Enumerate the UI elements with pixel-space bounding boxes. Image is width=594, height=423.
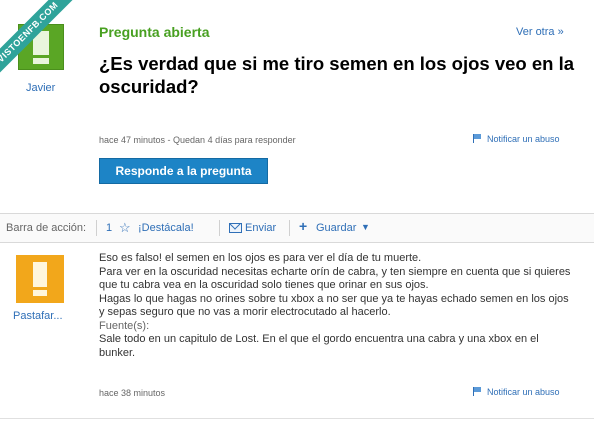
feature-count: 1 <box>106 222 113 234</box>
answer-body: Eso es falso! el semen en los ojos es pa… <box>99 252 577 360</box>
report-abuse-link[interactable]: Notificar un abuso <box>473 134 560 144</box>
divider <box>96 220 97 236</box>
action-bar-label: Barra de acción: <box>6 222 87 234</box>
answerer-avatar[interactable] <box>16 255 64 303</box>
feature-button[interactable]: ¡Destácala! <box>138 222 194 234</box>
save-button[interactable]: Guardar <box>316 222 356 234</box>
answer-line: Para ver en la oscuridad necesitas echar… <box>99 265 571 292</box>
source-label: Fuente(s): <box>99 319 150 332</box>
report-abuse-link[interactable]: Notificar un abuso <box>473 387 560 397</box>
question-status-header: Pregunta abierta <box>99 24 210 40</box>
watermark: VISTOENFB.COM <box>0 0 88 81</box>
flag-icon <box>473 134 482 143</box>
asker-name[interactable]: Javier <box>26 82 55 94</box>
chevron-down-icon[interactable]: ▼ <box>361 222 370 232</box>
divider <box>0 418 594 419</box>
report-abuse-label: Notificar un abuso <box>487 387 560 397</box>
exclamation-icon <box>33 262 47 287</box>
plus-icon[interactable]: + <box>299 219 307 234</box>
star-icon[interactable]: ☆ <box>119 220 131 235</box>
report-abuse-label: Notificar un abuso <box>487 134 560 144</box>
answer-line: Eso es falso! el semen en los ojos es pa… <box>99 252 422 264</box>
divider <box>289 220 290 236</box>
divider <box>219 220 220 236</box>
answer-meta: hace 38 minutos <box>99 388 166 398</box>
question-meta: hace 47 minutos - Quedan 4 días para res… <box>99 135 296 145</box>
answer-line: Hagas lo que hagas no orines sobre tu xb… <box>99 292 569 319</box>
send-button[interactable]: Enviar <box>245 222 276 234</box>
source-text: Sale todo en un capitulo de Lost. En el … <box>99 333 539 359</box>
answerer-name[interactable]: Pastafar... <box>13 310 63 322</box>
question-title: ¿Es verdad que si me tiro semen en los o… <box>99 53 574 97</box>
exclamation-dot <box>33 290 47 296</box>
flag-icon <box>473 387 482 396</box>
action-bar: Barra de acción: 1 ☆ ¡Destácala! Enviar … <box>0 213 594 243</box>
see-other-link[interactable]: Ver otra » <box>516 26 564 38</box>
mail-icon[interactable] <box>229 223 242 233</box>
answer-question-button[interactable]: Responde a la pregunta <box>99 158 268 184</box>
